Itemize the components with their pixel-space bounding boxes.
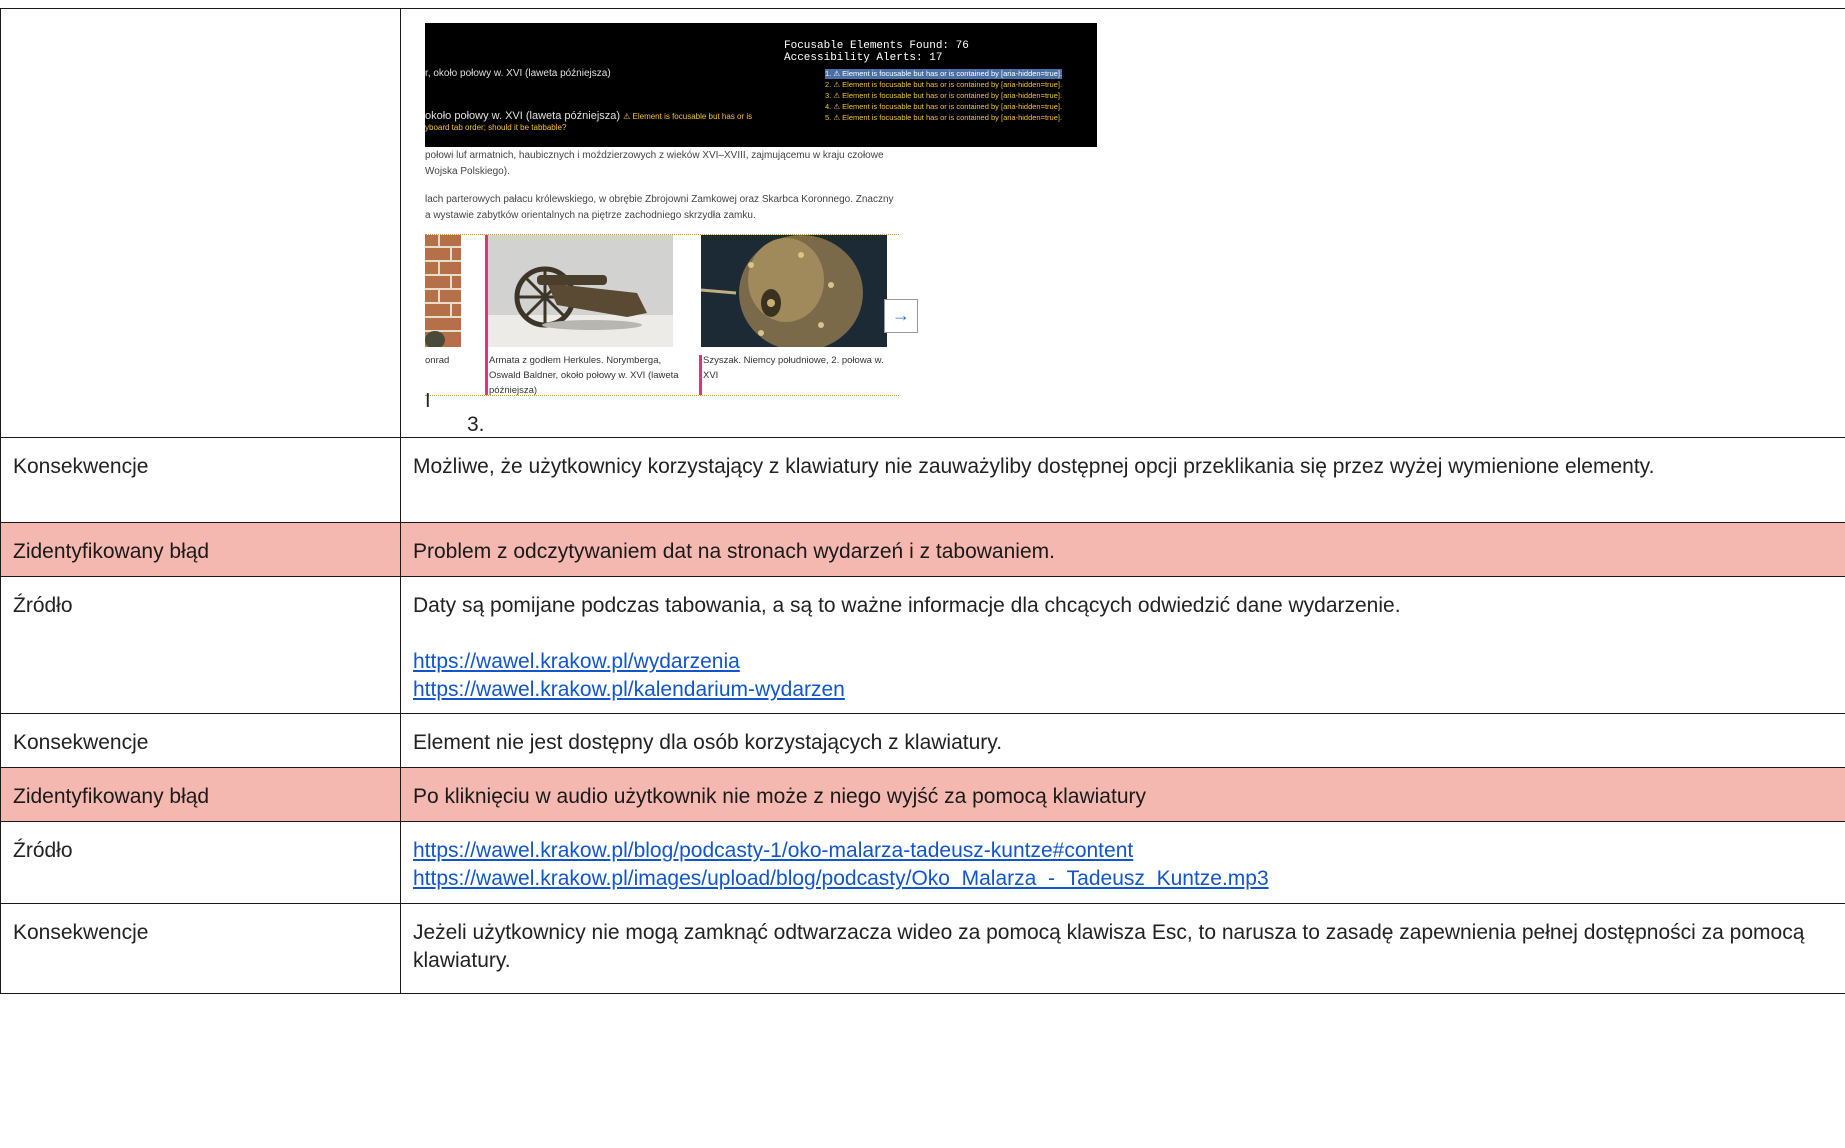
overlay-left-heading: około połowy w. XVI (laweta późniejsza)	[425, 110, 621, 122]
focusable-count: Focusable Elements Found: 76	[784, 40, 969, 52]
text-cursor-icon: I	[425, 390, 431, 412]
source-link[interactable]: https://wawel.krakow.pl/blog/podcasty-1/…	[413, 837, 1845, 865]
row-label: Zidentyfikowany błąd	[13, 540, 210, 563]
empty-label-cell	[0, 8, 401, 438]
overlay-summary: Focusable Elements Found: 76 Accessibili…	[784, 40, 969, 64]
report-table: r, około połowy w. XVI (laweta późniejsz…	[0, 8, 1845, 994]
image-gallery: onrad Armata z godłem Herkules. Norymber…	[425, 234, 899, 396]
body-text-line: Wojska Polskiego).	[425, 166, 510, 177]
row-text: Daty są pomijane podczas tabowania, a są…	[413, 594, 1401, 617]
alerts-count: Accessibility Alerts: 17	[784, 52, 943, 64]
row-text: Po kliknięciu w audio użytkownik nie moż…	[413, 785, 1146, 808]
body-text-line: lach parterowych pałacu królewskiego, w …	[425, 194, 894, 205]
body-text-line: a wystawie zabytków orientalnych na pięt…	[425, 210, 756, 221]
row-label: Konsekwencje	[13, 455, 149, 478]
overlay-left-line1: r, około połowy w. XVI (laweta późniejsz…	[425, 68, 611, 79]
list-number: 3.	[467, 413, 485, 436]
alert-item[interactable]: 3. ⚠ Element is focusable but has or is …	[825, 91, 1062, 101]
image-caption: Armata z godłem Herkules. Norymberga, Os…	[489, 355, 679, 396]
row-text: Jeżeli użytkownicy nie mogą zamknąć odtw…	[413, 921, 1805, 972]
row-label: Konsekwencje	[13, 921, 149, 944]
row-error-2: Zidentyfikowany błąd Po kliknięciu w aud…	[0, 767, 1845, 822]
overlay-left-line3: yboard tab order; should it be tabbable?	[425, 123, 567, 132]
screenshot-cell: r, około połowy w. XVI (laweta późniejsz…	[400, 8, 1845, 438]
row-text: Możliwe, że użytkownicy korzystający z k…	[413, 455, 1655, 478]
brick-wall-image	[425, 235, 461, 347]
row-consequences-3: Konsekwencje Jeżeli użytkownicy nie mogą…	[0, 903, 1845, 994]
source-link[interactable]: https://wawel.krakow.pl/wydarzenia	[413, 648, 1845, 676]
image-caption: onrad	[425, 355, 450, 366]
alert-item[interactable]: 1. ⚠ Element is focusable but has or is …	[825, 69, 1063, 79]
row-label: Konsekwencje	[13, 731, 149, 754]
row-source-2: Źródło https://wawel.krakow.pl/blog/podc…	[0, 821, 1845, 904]
embedded-screenshot: r, około połowy w. XVI (laweta późniejsz…	[413, 9, 1845, 436]
overlay-left-warning: ⚠ Element is focusable but has or is	[623, 112, 753, 121]
source-link[interactable]: https://wawel.krakow.pl/images/upload/bl…	[413, 865, 1845, 893]
gallery-next-button[interactable]: →	[884, 299, 918, 333]
row-consequences-1: Konsekwencje Możliwe, że użytkownicy kor…	[0, 437, 1845, 523]
row-error-1: Zidentyfikowany błąd Problem z odczytywa…	[0, 522, 1845, 577]
source-link[interactable]: https://wawel.krakow.pl/kalendarium-wyda…	[413, 676, 1845, 704]
image-caption: Szyszak. Niemcy południowe, 2. połowa w.…	[703, 355, 884, 381]
body-text-line: połowi luf armatnich, haubicznych i moźd…	[425, 150, 884, 161]
row-text: Problem z odczytywaniem dat na stronach …	[413, 540, 1055, 563]
row-consequences-2: Konsekwencje Element nie jest dostępny d…	[0, 713, 1845, 768]
row-source-1: Źródło Daty są pomijane podczas tabowani…	[0, 576, 1845, 714]
row-label: Źródło	[13, 594, 73, 617]
alert-item[interactable]: 4. ⚠ Element is focusable but has or is …	[825, 102, 1062, 112]
row-text: Element nie jest dostępny dla osób korzy…	[413, 731, 1003, 754]
accessibility-overlay: r, około połowy w. XVI (laweta późniejsz…	[425, 23, 1097, 147]
row-label: Zidentyfikowany błąd	[13, 785, 210, 808]
alert-item[interactable]: 5. ⚠ Element is focusable but has or is …	[825, 113, 1062, 123]
alert-item[interactable]: 2. ⚠ Element is focusable but has or is …	[825, 80, 1062, 90]
helmet-image	[701, 235, 887, 347]
focus-indicator	[485, 235, 488, 395]
cannon-image	[487, 235, 673, 347]
focus-indicator	[699, 355, 702, 395]
screenshot-row: r, około połowy w. XVI (laweta późniejsz…	[0, 8, 1845, 438]
row-label: Źródło	[13, 839, 73, 862]
